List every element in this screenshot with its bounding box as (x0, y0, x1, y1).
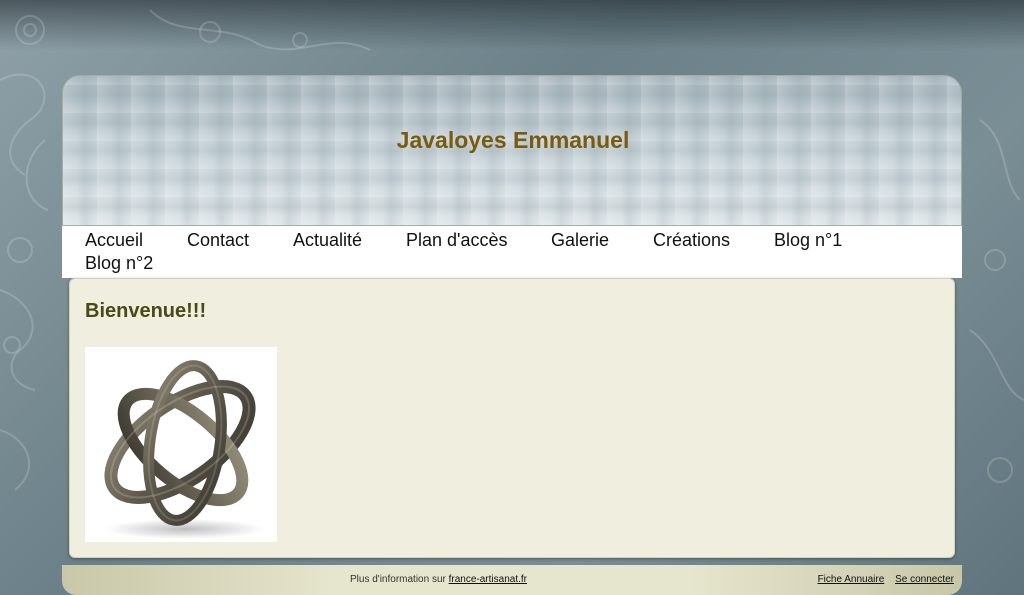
nav-item-blog-2[interactable]: Blog n°2 (85, 253, 153, 274)
footer-info-text: Plus d'information sur (350, 574, 446, 585)
login-link[interactable]: Se connecter (895, 574, 954, 585)
nav-item-actualite[interactable]: Actualité (293, 230, 362, 251)
site-title[interactable]: Javaloyes Emmanuel (63, 127, 961, 154)
nav-item-galerie[interactable]: Galerie (551, 230, 609, 251)
nav-item-contact[interactable]: Contact (187, 230, 249, 251)
site-header-banner: Javaloyes Emmanuel (62, 75, 962, 226)
nav-item-plan-acces[interactable]: Plan d'accès (406, 230, 508, 251)
page-container: Javaloyes Emmanuel Accueil Contact Actua… (62, 75, 962, 595)
page-heading: Bienvenue!!! (85, 300, 207, 322)
footer-links: Fiche Annuaire Se connecter (818, 574, 954, 585)
fiche-annuaire-link[interactable]: Fiche Annuaire (818, 574, 885, 585)
nav-item-blog-1[interactable]: Blog n°1 (774, 230, 842, 251)
metal-ring-sculpture-icon (104, 360, 265, 539)
main-navigation: Accueil Contact Actualité Plan d'accès G… (62, 226, 962, 278)
footer-info: Plus d'information sur france-artisanat.… (350, 574, 527, 585)
france-artisanat-link[interactable]: france-artisanat.fr (449, 574, 527, 585)
site-footer: Plus d'information sur france-artisanat.… (62, 565, 962, 595)
sculpture-photo[interactable] (85, 347, 277, 542)
nav-item-accueil[interactable]: Accueil (85, 230, 143, 251)
main-content-panel: Bienvenue!!! (69, 278, 955, 558)
nav-item-creations[interactable]: Créations (653, 230, 730, 251)
